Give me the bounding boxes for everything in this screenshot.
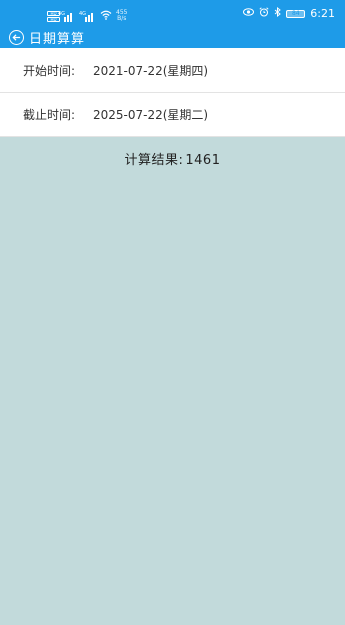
- signal1-icon: 4G: [58, 11, 75, 22]
- status-bar: HD HD 4G 4G 455 B/s 84 6:21: [0, 0, 345, 27]
- start-date-label: 开始时间:: [23, 63, 76, 78]
- app-toolbar: 日期算算: [0, 27, 345, 48]
- net-speed: 455 B/s: [116, 10, 127, 22]
- wifi-icon: [100, 10, 112, 22]
- start-date-row[interactable]: 开始时间: 2021-07-22(星期四): [0, 48, 345, 93]
- end-date-value[interactable]: 2025-07-22(星期二): [93, 106, 208, 123]
- status-left: HD HD 4G 4G 455 B/s: [47, 8, 127, 22]
- alarm-icon: [259, 7, 269, 20]
- result-label: 计算结果:: [124, 153, 184, 168]
- end-date-label: 截止时间:: [23, 108, 76, 122]
- clock: 6:21: [310, 7, 335, 20]
- status-right: 84 6:21: [243, 6, 335, 20]
- start-date-value[interactable]: 2021-07-22(星期四): [93, 62, 208, 79]
- battery-icon: 84: [286, 9, 306, 18]
- bluetooth-icon: [274, 6, 282, 20]
- end-date-row[interactable]: 截止时间: 2025-07-22(星期二): [0, 93, 345, 137]
- calculation-result: 计算结果: 1461: [0, 149, 345, 168]
- signal2-icon: 4G: [79, 11, 96, 22]
- signal1-label: 4G: [58, 11, 66, 17]
- signal2-label: 4G: [79, 11, 87, 17]
- eye-icon: [243, 8, 255, 19]
- back-button[interactable]: [9, 30, 24, 45]
- result-value: 1461: [185, 153, 221, 168]
- page-title: 日期算算: [29, 32, 86, 47]
- net-speed-unit: B/s: [117, 15, 127, 22]
- sim2-icon: HD: [47, 17, 60, 22]
- arrow-left-icon: [12, 34, 21, 41]
